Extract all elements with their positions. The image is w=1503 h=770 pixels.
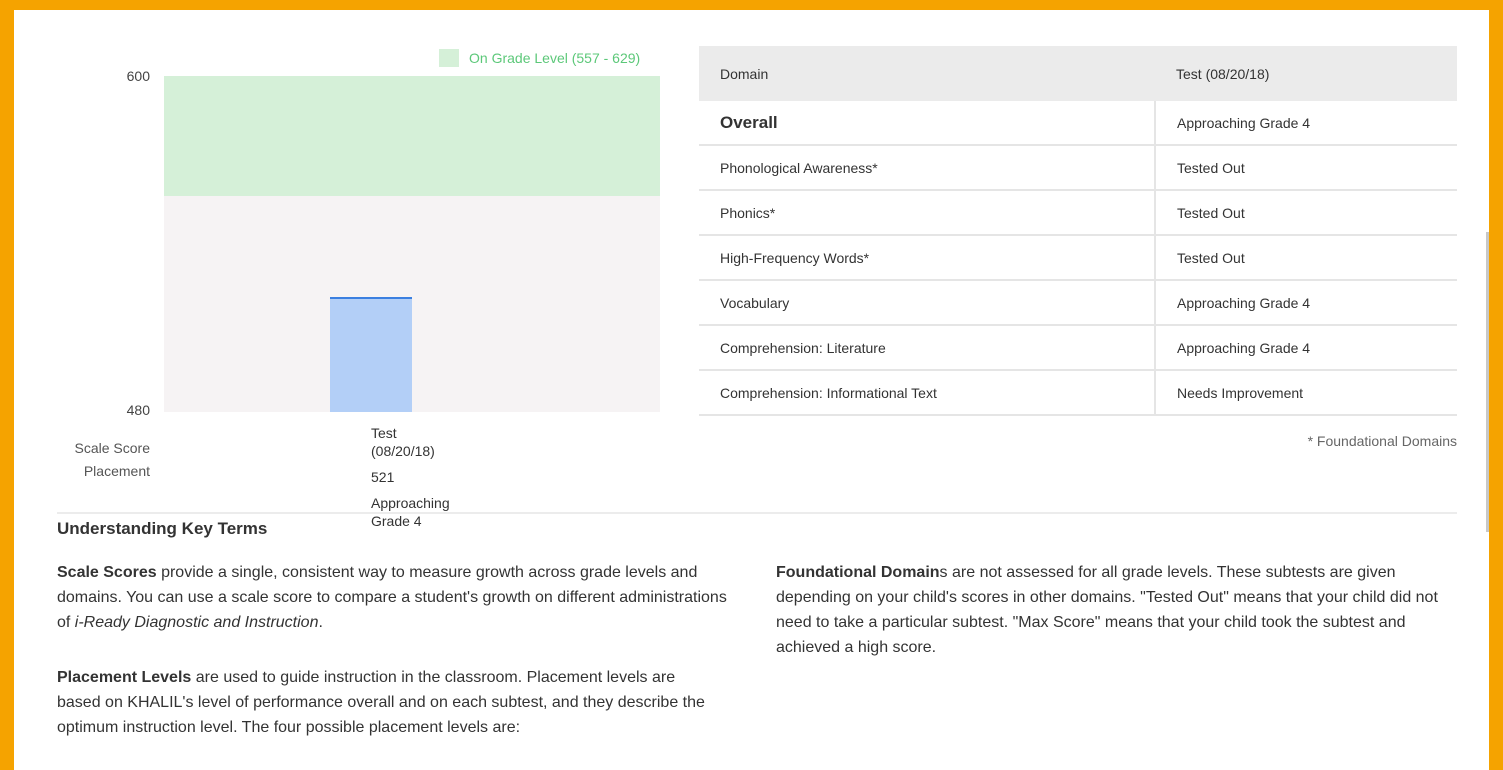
- table-row: Phonics* Tested Out: [699, 190, 1457, 236]
- table-row: Overall Approaching Grade 4: [699, 101, 1457, 146]
- table-row: Phonological Awareness* Tested Out: [699, 145, 1457, 191]
- y-tick-bottom: 480: [126, 402, 150, 418]
- key-terms-title: Understanding Key Terms: [57, 519, 268, 538]
- header-domain: Domain: [699, 46, 1155, 101]
- domain-table: Domain Test (08/20/18) Overall Approachi…: [699, 46, 1457, 416]
- row-label-placement: Placement: [83, 463, 150, 479]
- placement-cell: Approaching Grade 4: [1155, 325, 1457, 371]
- scale-scores-term: Scale Scores: [57, 564, 157, 581]
- placement-cell: Tested Out: [1155, 190, 1457, 236]
- legend-label: On Grade Level (557 - 629): [469, 50, 641, 66]
- legend-swatch: [439, 49, 459, 67]
- foundational-domains-suffix: s: [939, 564, 948, 581]
- plot-area: [164, 76, 660, 412]
- table-header: Domain Test (08/20/18): [699, 46, 1457, 101]
- scale-score-chart: On Grade Level (557 - 629) 600 480 Scale…: [14, 10, 694, 530]
- test-date: (08/20/18): [371, 443, 435, 459]
- row-label-scale-score: Scale Score: [74, 440, 150, 456]
- table-row: Comprehension: Informational Text Needs …: [699, 370, 1457, 416]
- foundational-domains-paragraph: Foundational Domains are not assessed fo…: [776, 560, 1456, 660]
- domain-cell: High-Frequency Words*: [699, 235, 1156, 281]
- domain-cell: Phonics*: [699, 190, 1156, 236]
- chart-legend: On Grade Level (557 - 629): [439, 49, 640, 67]
- domain-cell: Comprehension: Literature: [699, 325, 1156, 371]
- foundational-domains-term: Foundational Domain: [776, 564, 940, 581]
- placement-cell: Approaching Grade 4: [1155, 101, 1457, 146]
- foundational-footnote: * Foundational Domains: [1307, 433, 1457, 449]
- placement-cell: Approaching Grade 4: [1155, 280, 1457, 326]
- domain-cell: Vocabulary: [699, 280, 1156, 326]
- scale-scores-paragraph: Scale Scores provide a single, consisten…: [57, 560, 737, 635]
- domain-cell: Overall: [699, 101, 1156, 146]
- placement-cell: Tested Out: [1155, 145, 1457, 191]
- report-panel: On Grade Level (557 - 629) 600 480 Scale…: [14, 10, 1489, 770]
- section-divider: [57, 512, 1457, 514]
- product-name: i-Ready Diagnostic and Instruction: [74, 614, 319, 631]
- header-test: Test (08/20/18): [1155, 46, 1457, 101]
- domain-cell: Comprehension: Informational Text: [699, 370, 1156, 416]
- placement-cell: Needs Improvement: [1155, 370, 1457, 416]
- table-row: Vocabulary Approaching Grade 4: [699, 280, 1457, 326]
- y-tick-top: 600: [126, 68, 150, 84]
- scrollbar[interactable]: [1486, 232, 1489, 532]
- table-row: Comprehension: Literature Approaching Gr…: [699, 325, 1457, 371]
- table-row: High-Frequency Words* Tested Out: [699, 235, 1457, 281]
- on-grade-level-band: [164, 76, 660, 197]
- scale-score-bar[interactable]: [330, 297, 412, 412]
- placement-cell: Tested Out: [1155, 235, 1457, 281]
- placement-levels-paragraph: Placement Levels are used to guide instr…: [57, 665, 717, 740]
- scale-score-value: 521: [371, 469, 395, 485]
- placement-levels-term: Placement Levels: [57, 669, 192, 686]
- test-name: Test: [371, 425, 397, 441]
- test-column-info: Test (08/20/18) 521 Approaching Grade 4: [371, 424, 481, 530]
- domain-cell: Phonological Awareness*: [699, 145, 1156, 191]
- scale-scores-end: .: [318, 614, 323, 631]
